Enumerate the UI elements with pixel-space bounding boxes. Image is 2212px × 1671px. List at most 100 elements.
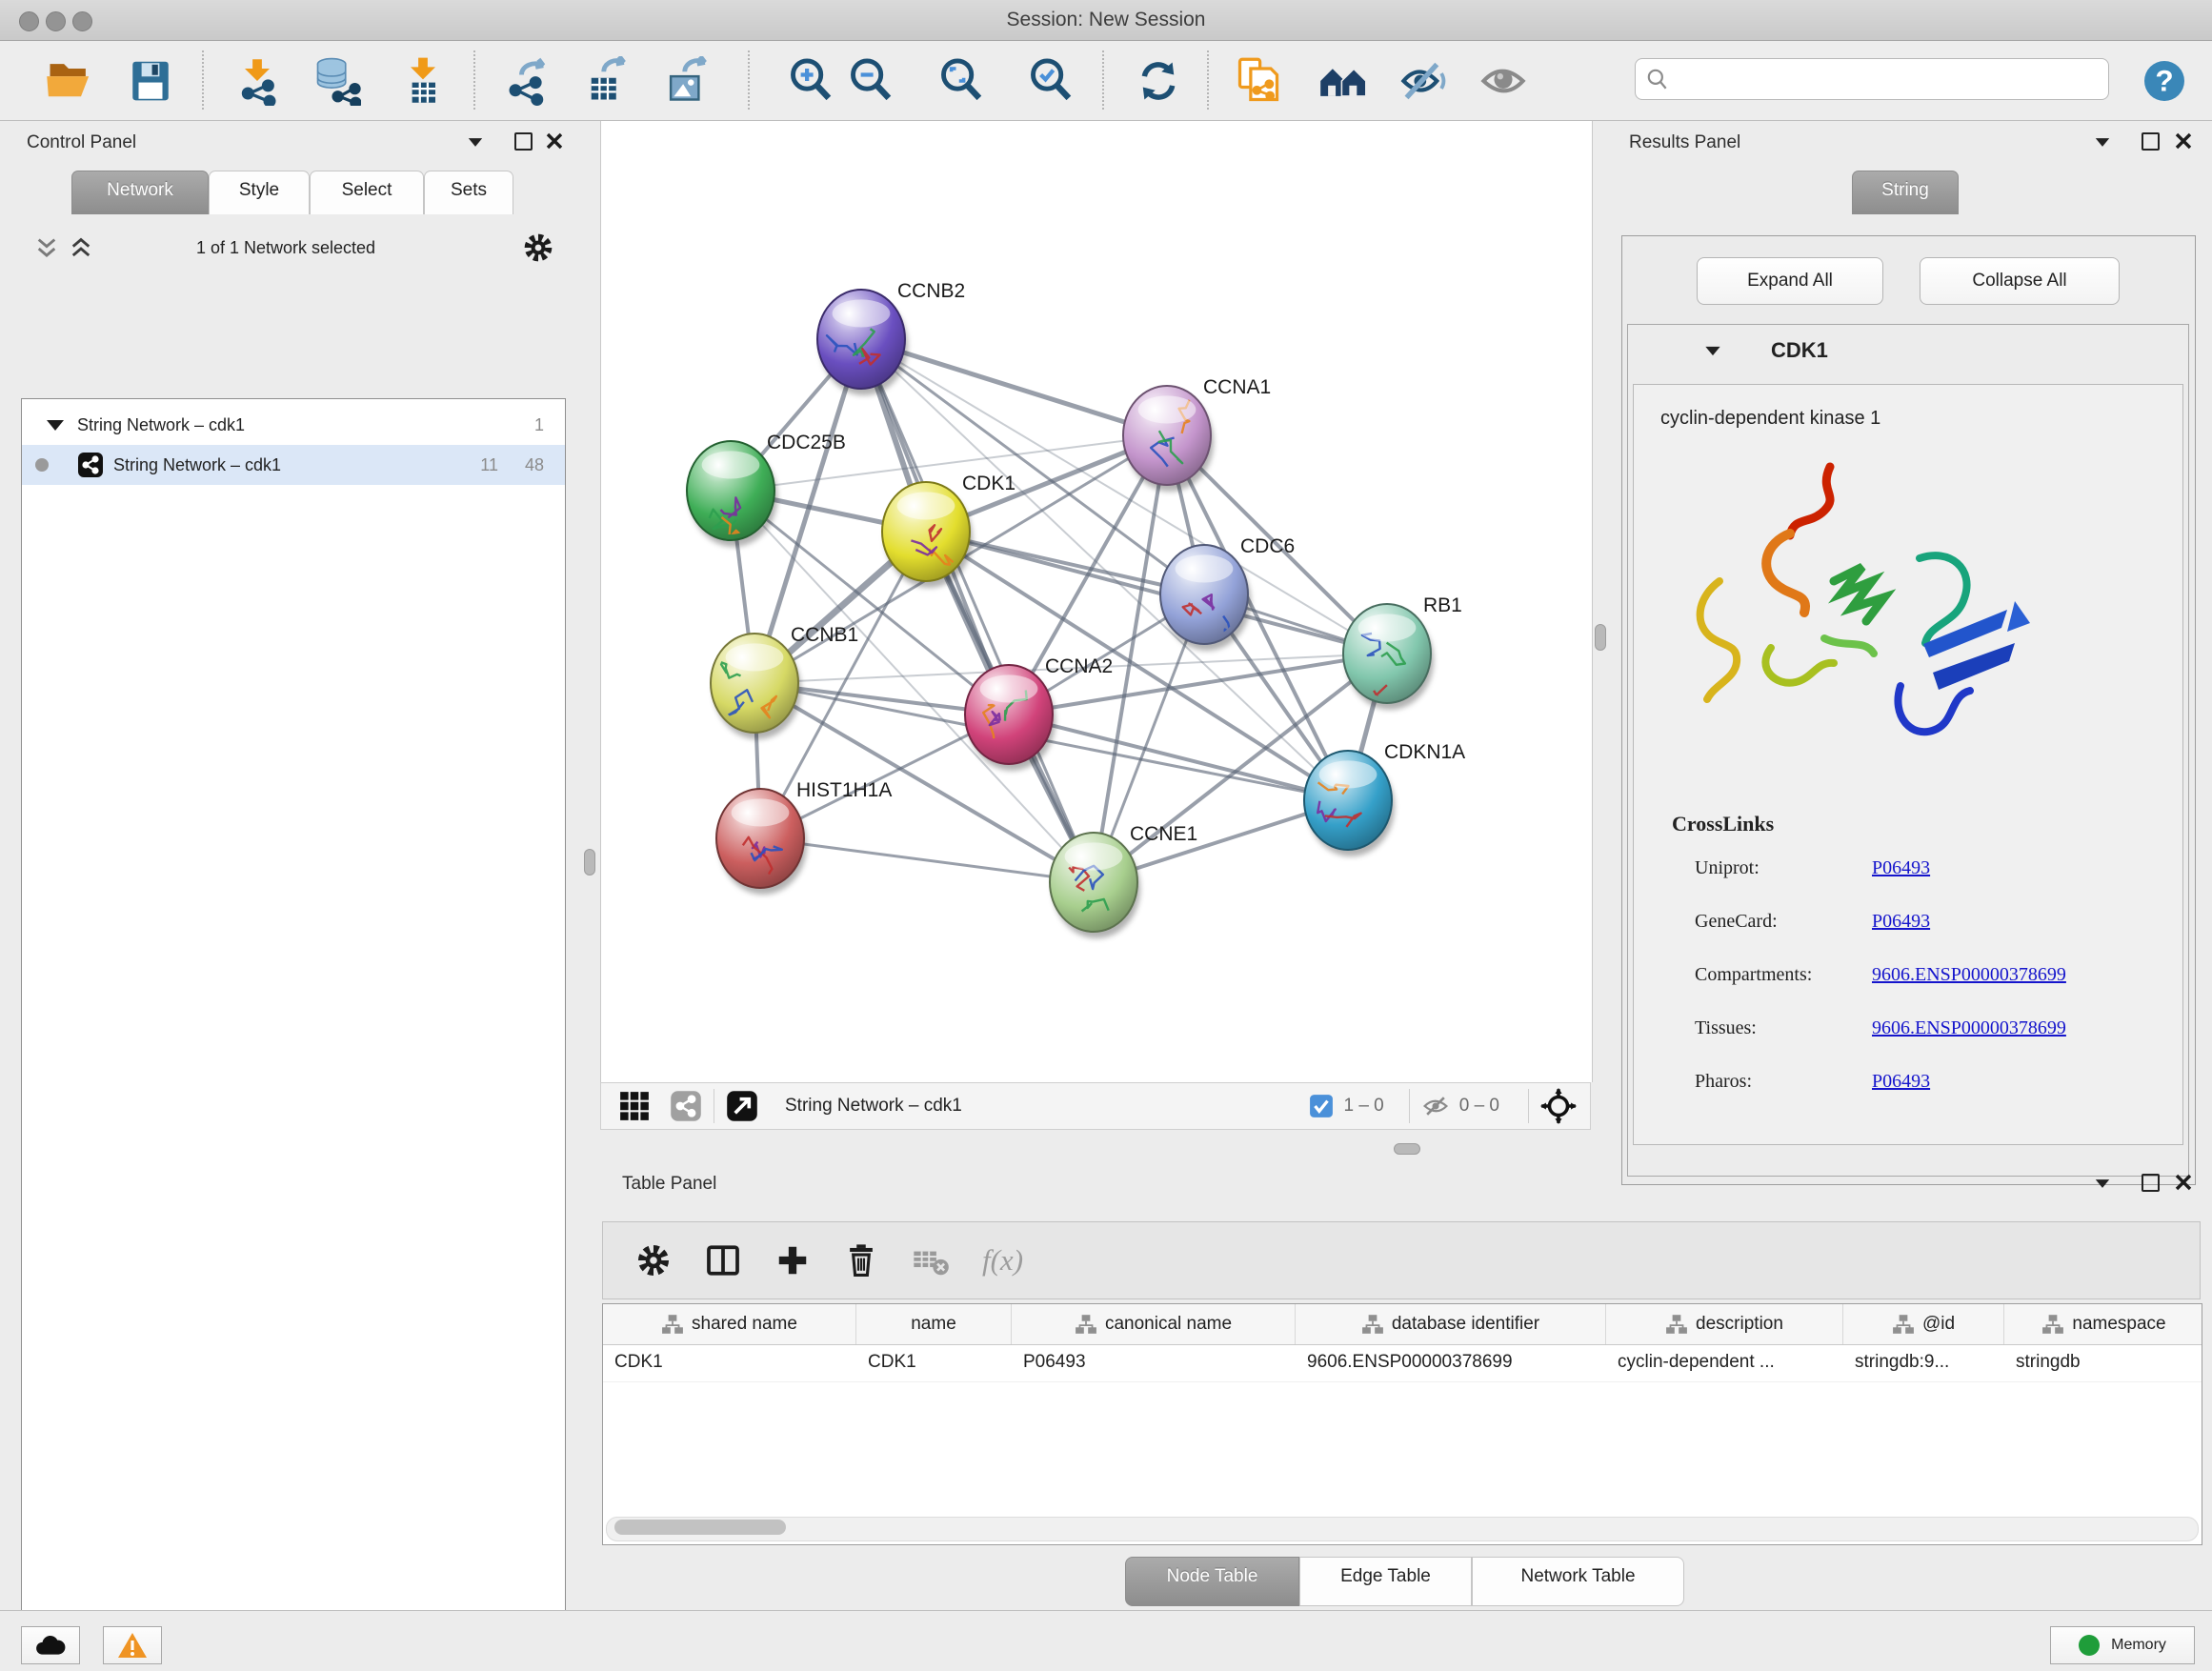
zoom-selected-button[interactable] [1025, 54, 1078, 108]
collection-expander-icon[interactable] [47, 420, 64, 431]
help-button[interactable]: ? [2138, 54, 2191, 108]
bottom-splitter-handle[interactable] [1394, 1143, 1420, 1155]
control-panel-float-button[interactable] [514, 132, 533, 151]
crosslink-link[interactable]: 9606.ENSP00000378699 [1872, 964, 2066, 985]
zoom-in-button[interactable] [785, 54, 838, 108]
tab-edge-table[interactable]: Edge Table [1299, 1557, 1472, 1606]
table-cell[interactable]: stringdb:9... [1843, 1345, 2004, 1381]
crosslink-link[interactable]: P06493 [1872, 857, 1930, 878]
open-session-button[interactable] [42, 54, 95, 108]
network-node-RB1[interactable]: RB1 [1343, 594, 1462, 711]
tab-network-table[interactable]: Network Table [1472, 1557, 1684, 1606]
tab-select[interactable]: Select [310, 171, 424, 214]
network-node-CCNB2[interactable]: CCNB2 [817, 280, 965, 395]
column-header-canonicalname[interactable]: canonical name [1012, 1304, 1296, 1344]
memory-button[interactable]: Memory [2050, 1626, 2195, 1664]
delete-column-trash-icon[interactable] [843, 1242, 879, 1278]
export-network-button[interactable] [501, 54, 554, 108]
hidden-eye-slash-icon[interactable] [1421, 1092, 1450, 1120]
network-node-CDC25B[interactable]: CDC25B [687, 432, 846, 547]
search-input[interactable] [1670, 68, 2108, 91]
save-session-button[interactable] [124, 54, 177, 108]
warnings-button[interactable] [103, 1626, 162, 1664]
tab-network[interactable]: Network [71, 171, 209, 214]
show-all-button[interactable] [1477, 54, 1530, 108]
network-row[interactable]: String Network – cdk1 11 48 [22, 445, 565, 485]
network-options-gear-icon[interactable] [522, 232, 554, 264]
network-edge-CDK1-RB1[interactable] [926, 532, 1387, 654]
crosslink-link[interactable]: P06493 [1872, 1071, 1930, 1092]
collapse-all-networks-icon[interactable] [34, 236, 59, 261]
control-panel-close-icon[interactable] [545, 131, 564, 151]
expand-all-networks-icon[interactable] [69, 236, 93, 261]
crosslink-link[interactable]: P06493 [1872, 911, 1930, 932]
show-columns-icon[interactable] [704, 1241, 742, 1279]
network-node-CCNB1[interactable]: CCNB1 [711, 624, 858, 739]
table-cell[interactable]: CDK1 [856, 1345, 1012, 1381]
right-splitter-handle[interactable] [1595, 624, 1606, 651]
table-horizontal-scrollbar[interactable] [606, 1517, 2199, 1541]
expand-all-button[interactable]: Expand All [1697, 257, 1883, 305]
table-cell[interactable]: cyclin-dependent ... [1606, 1345, 1843, 1381]
network-share-icon[interactable] [670, 1090, 702, 1122]
column-header-namespace[interactable]: namespace [2004, 1304, 2202, 1344]
network-from-selection-button[interactable] [1232, 54, 1285, 108]
fit-selection-crosshair-icon[interactable] [1540, 1088, 1577, 1124]
network-edge-CCNB2-CCNE1[interactable] [861, 339, 1094, 882]
entry-expander-icon[interactable] [1705, 347, 1719, 355]
column-header-name[interactable]: name [856, 1304, 1012, 1344]
network-node-CDK1[interactable]: CDK1 [882, 473, 1016, 588]
network-edge-HIST1H1A-CCNE1[interactable] [760, 838, 1094, 882]
table-cell[interactable]: stringdb [2004, 1345, 2202, 1381]
tab-node-table[interactable]: Node Table [1125, 1557, 1299, 1606]
table-settings-gear-icon[interactable] [635, 1242, 672, 1278]
network-node-CCNE1[interactable]: CCNE1 [1050, 823, 1197, 938]
results-panel-collapse-icon[interactable] [2096, 138, 2109, 147]
crosslink-link[interactable]: 9606.ENSP00000378699 [1872, 1017, 2066, 1038]
collapse-all-button[interactable]: Collapse All [1920, 257, 2120, 305]
left-splitter-handle[interactable] [584, 849, 595, 876]
network-node-HIST1H1A[interactable]: HIST1H1A [716, 779, 892, 895]
control-panel-collapse-icon[interactable] [469, 138, 482, 147]
network-node-CDKN1A[interactable]: CDKN1A [1304, 741, 1465, 856]
results-panel-close-icon[interactable] [2174, 131, 2193, 151]
cloud-status-button[interactable] [21, 1626, 80, 1664]
export-table-button[interactable] [580, 54, 633, 108]
results-panel-float-button[interactable] [2142, 132, 2160, 151]
birdseye-grid-icon[interactable] [618, 1090, 651, 1122]
table-cell[interactable]: 9606.ENSP00000378699 [1296, 1345, 1606, 1381]
column-header-sharedname[interactable]: shared name [603, 1304, 856, 1344]
apply-layout-button[interactable] [1132, 54, 1185, 108]
zoom-fit-button[interactable] [935, 54, 989, 108]
table-panel-close-icon[interactable] [2174, 1173, 2193, 1192]
table-cell[interactable]: CDK1 [603, 1345, 856, 1381]
table-row[interactable]: CDK1CDK1P064939606.ENSP00000378699cyclin… [603, 1345, 2202, 1382]
network-collection-row[interactable]: String Network – cdk1 1 [22, 405, 565, 445]
tab-style[interactable]: Style [209, 171, 310, 214]
function-builder-icon[interactable]: f(x) [982, 1243, 1023, 1278]
selected-checkbox-icon[interactable] [1309, 1094, 1334, 1118]
network-canvas[interactable]: CCNB2CCNA1CDC25BCDK1CDC6RB1CCNB1CCNA2CDK… [600, 121, 1593, 1082]
import-network-file-button[interactable] [231, 54, 284, 108]
network-node-CDC6[interactable]: CDC6 [1160, 535, 1295, 651]
export-image-button[interactable] [661, 54, 714, 108]
delete-table-icon[interactable] [912, 1241, 950, 1279]
add-column-plus-icon[interactable] [774, 1242, 811, 1278]
tab-string[interactable]: String [1852, 171, 1959, 214]
column-header-databaseidentifier[interactable]: database identifier [1296, 1304, 1606, 1344]
column-header-id[interactable]: @id [1843, 1304, 2004, 1344]
open-in-window-icon[interactable] [726, 1090, 758, 1122]
scrollbar-thumb[interactable] [614, 1520, 786, 1535]
network-graph[interactable]: CCNB2CCNA1CDC25BCDK1CDC6RB1CCNB1CCNA2CDK… [601, 121, 1592, 1082]
table-cell[interactable]: P06493 [1012, 1345, 1296, 1381]
tab-sets[interactable]: Sets [424, 171, 513, 214]
import-table-file-button[interactable] [396, 54, 450, 108]
table-panel-float-button[interactable] [2142, 1174, 2160, 1192]
table-panel-collapse-icon[interactable] [2096, 1179, 2109, 1188]
column-header-description[interactable]: description [1606, 1304, 1843, 1344]
network-node-CCNA1[interactable]: CCNA1 [1123, 376, 1271, 492]
first-neighbors-button[interactable] [1317, 54, 1370, 108]
zoom-out-button[interactable] [845, 54, 898, 108]
import-network-database-button[interactable] [310, 54, 363, 108]
hide-selected-button[interactable] [1397, 54, 1450, 108]
